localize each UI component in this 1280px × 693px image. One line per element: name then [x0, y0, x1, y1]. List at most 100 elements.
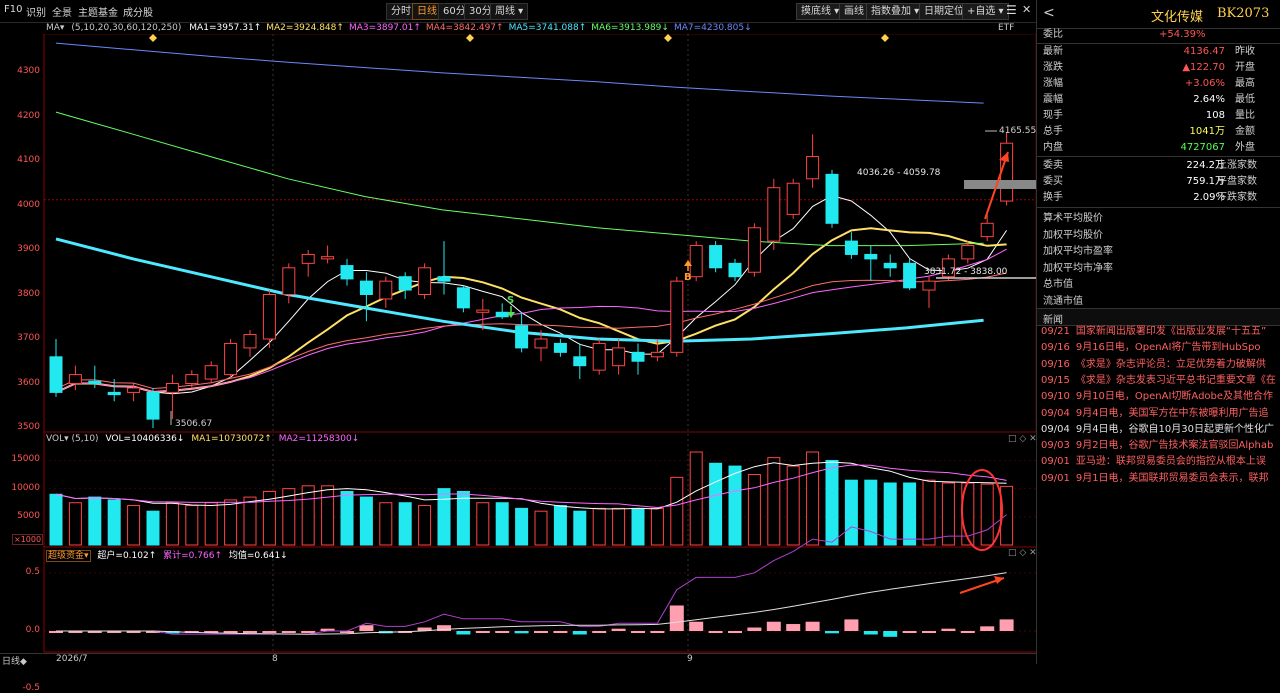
theme-fund-link[interactable]: 主题基金 — [78, 4, 118, 19]
ma-indicator-name[interactable]: MA▾ — [46, 23, 64, 33]
volume-panel-controls[interactable]: □ ◇ ✕ — [1008, 434, 1037, 444]
price-tick: 3800 — [17, 288, 40, 299]
ma10-line — [55, 227, 1007, 394]
news-headline: 9月4日电，美国军方在中东被曝利用广告追 — [1075, 407, 1269, 419]
quote-row: 内盘 4727067 外盘 — [1043, 140, 1275, 156]
candle-body — [786, 182, 800, 215]
period-selector[interactable]: 日线◆ — [2, 654, 27, 667]
news-item[interactable]: 09/15 《求是》杂志发表习近平总书记重要文章《在 — [1041, 373, 1279, 389]
ma-value: MA7=4230.805↓ — [673, 23, 752, 33]
capital-bar — [825, 631, 839, 634]
add-watchlist-button[interactable]: +自选 ▾ — [962, 3, 1009, 20]
quote-label: 最低 — [1235, 94, 1255, 105]
news-item[interactable]: 09/10 9月10日电，OpenAI切断Adobe及其他合作 — [1041, 389, 1279, 405]
capital-bar — [766, 621, 781, 631]
news-item[interactable]: 09/01 9月1日电，美国联邦贸易委员会表示，联邦 — [1041, 471, 1279, 487]
period-weekly[interactable]: 周线 ▾ — [490, 3, 529, 20]
candle-body — [224, 342, 238, 376]
ma-value: MA1=3957.31↑ — [189, 23, 262, 33]
news-headline: 9月16日电，OpenAI将广告带到HubSpo — [1075, 342, 1261, 354]
volume-bar — [553, 505, 567, 546]
valuation-label: 算术平均股价 — [1043, 213, 1103, 224]
ma-value: MA3=3897.01↑ — [348, 23, 421, 33]
volume-ma5-line — [55, 461, 1007, 510]
chart-canvas — [43, 34, 1036, 653]
capital-bar — [728, 631, 742, 633]
date-label: 2026/7 — [56, 654, 88, 664]
news-item[interactable]: 09/03 9月2日电，谷歌广告技术案法官驳回Alphab — [1041, 438, 1279, 454]
news-item[interactable]: 09/16 《求是》杂志评论员：立足优势着力破解供 — [1041, 357, 1279, 373]
overview-link[interactable]: 全景 — [52, 4, 72, 19]
order-label: 上涨家数 — [1217, 160, 1257, 171]
constituents-link[interactable]: 成分股 — [123, 4, 153, 19]
back-icon[interactable]: < — [1043, 5, 1055, 21]
valuation-label: 总市值 — [1043, 279, 1073, 290]
news-headline: 亚马逊：联邦贸易委员会的指控从根本上误 — [1075, 456, 1266, 468]
volume-bar — [379, 502, 393, 546]
volume-bar — [456, 490, 470, 546]
candle-body — [670, 280, 684, 353]
volume-bar — [107, 499, 121, 546]
candle-body — [553, 342, 567, 353]
price-tick: 4200 — [17, 110, 40, 121]
capital-bar — [669, 605, 684, 631]
capital-bar — [708, 631, 723, 633]
price-tick: 4100 — [17, 155, 40, 165]
capital-legend: 超级资金▾ 超户=0.102↑ 累计=0.766↑ 均值=0.641↓ □ ◇ … — [46, 548, 1037, 562]
ma-value: MA2=3924.848↑ — [266, 23, 344, 33]
volume-bar — [398, 502, 412, 546]
volume-bar — [534, 510, 548, 546]
news-date: 09/01 — [1041, 472, 1070, 484]
candle-body — [359, 280, 373, 295]
menu-icon[interactable]: ☰ — [1006, 3, 1017, 17]
event-marker-icon — [149, 34, 157, 42]
bottom-line-button[interactable]: 摸底线 ▾ — [796, 3, 845, 20]
quote-label: 总手 — [1043, 126, 1063, 137]
volume-bar — [806, 451, 820, 546]
etf-badge: ETF — [998, 23, 1015, 33]
volume-value: VOL=10406336↓ — [105, 434, 185, 444]
volume-tick: 10000 — [11, 482, 40, 493]
capital-bar — [999, 619, 1014, 631]
quote-row: 震幅 2.64% 最低 — [1043, 92, 1275, 108]
valuation-label: 加权平均股价 — [1043, 229, 1103, 241]
volume-bar — [437, 488, 451, 546]
candle-body — [418, 267, 432, 295]
capital-bar — [902, 631, 917, 633]
news-item[interactable]: 09/16 9月16日电，OpenAI将广告带到HubSpo — [1041, 340, 1279, 356]
capital-panel-controls[interactable]: □ ◇ ✕ — [1008, 548, 1037, 558]
quote-value: 4136.47 — [1183, 46, 1225, 57]
candle-body — [825, 173, 839, 224]
news-item[interactable]: 09/04 9月4日电，美国军方在中东被曝利用广告追 — [1041, 406, 1279, 422]
price-tick: 3900 — [17, 244, 40, 254]
news-headline: 国家新闻出版署印发《出版业发展“十五五” — [1075, 326, 1267, 337]
volume-bar — [495, 502, 509, 546]
capital-bar — [922, 631, 936, 633]
volume-bar — [844, 479, 858, 546]
order-label: 委买 — [1043, 176, 1063, 187]
index-overlay-button[interactable]: 指数叠加 ▾ — [866, 3, 925, 20]
candle-body — [185, 374, 199, 385]
candle-body — [767, 187, 781, 242]
quote-row: 涨幅 +3.06% 最高 — [1043, 76, 1275, 92]
quote-label: 昨收 — [1235, 46, 1255, 57]
news-item[interactable]: 09/04 9月4日电，谷歌自10月30日起更新个性化广 — [1041, 422, 1279, 438]
price-panel-frame — [43, 34, 1036, 433]
candle-body — [262, 294, 276, 340]
capital-indicator-selector[interactable]: 超级资金▾ — [46, 550, 91, 562]
volume-bar — [767, 457, 781, 546]
close-icon[interactable]: ✕ — [1022, 3, 1031, 16]
range-label-lower: 3831.72 - 3838.00 — [924, 267, 1008, 277]
candle-body — [146, 391, 160, 420]
quote-value: 1041万 — [1189, 126, 1225, 137]
news-item[interactable]: 09/01 亚马逊：联邦贸易委员会的指控从根本上误 — [1041, 454, 1279, 470]
draw-line-button[interactable]: 画线 — [839, 3, 869, 20]
candle-body — [534, 338, 548, 349]
quote-label: 内盘 — [1043, 142, 1063, 153]
volume-indicator-name[interactable]: VOL▾ — [46, 434, 69, 444]
news-date: 09/15 — [1041, 374, 1070, 386]
quote-label: 最新 — [1043, 46, 1063, 57]
volume-bar — [825, 459, 839, 546]
order-label: 委卖 — [1043, 160, 1063, 171]
news-item[interactable]: 09/21 国家新闻出版署印发《出版业发展“十五五” — [1041, 324, 1279, 340]
